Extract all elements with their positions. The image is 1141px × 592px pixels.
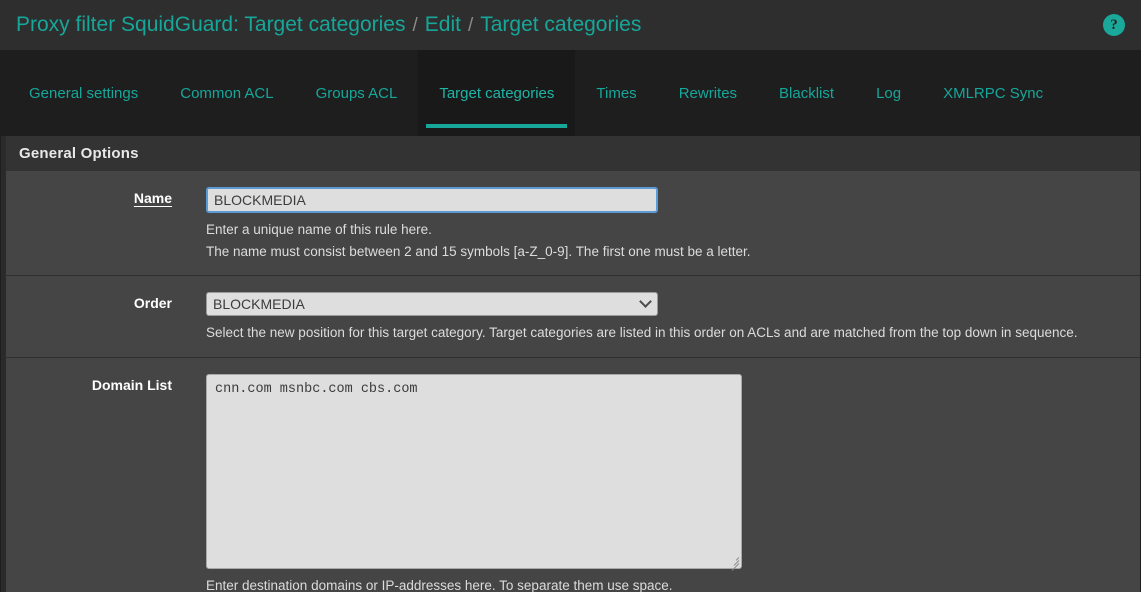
form-row-order: Order BLOCKMEDIA Select the new position… bbox=[1, 276, 1140, 358]
tab-general-settings[interactable]: General settings bbox=[8, 50, 159, 136]
tab-groups-acl[interactable]: Groups ACL bbox=[295, 50, 419, 136]
breadcrumb: Proxy filter SquidGuard: Target categori… bbox=[16, 0, 641, 51]
tab-xmlrpc-sync[interactable]: XMLRPC Sync bbox=[922, 50, 1064, 136]
general-options-panel: General Options Name Enter a unique name… bbox=[1, 136, 1140, 592]
tab-common-acl[interactable]: Common ACL bbox=[159, 50, 294, 136]
form-row-name: Name Enter a unique name of this rule he… bbox=[1, 171, 1140, 277]
form-row-domain-list: Domain List Enter destination domains or… bbox=[1, 357, 1140, 592]
domain-list-textarea[interactable] bbox=[206, 373, 742, 569]
tab-blacklist[interactable]: Blacklist bbox=[758, 50, 855, 136]
tab-rewrites[interactable]: Rewrites bbox=[658, 50, 758, 136]
domain-list-label-text: Domain List bbox=[91, 376, 172, 393]
tab-target-categories[interactable]: Target categories bbox=[418, 50, 576, 136]
name-label: Name bbox=[6, 187, 172, 261]
name-input[interactable] bbox=[206, 187, 658, 213]
page-header: Proxy filter SquidGuard: Target categori… bbox=[0, 0, 1141, 50]
panel-title: General Options bbox=[1, 136, 1140, 171]
tab-bar: General settings Common ACL Groups ACL T… bbox=[0, 50, 1141, 136]
breadcrumb-item-edit[interactable]: Edit bbox=[425, 0, 461, 50]
breadcrumb-separator: / bbox=[412, 14, 418, 36]
order-help-line-1: Select the new position for this target … bbox=[206, 325, 1078, 341]
name-help-line-2: The name must consist between 2 and 15 s… bbox=[206, 243, 751, 259]
order-label-text: Order bbox=[133, 295, 172, 312]
order-select-wrap: BLOCKMEDIA bbox=[206, 292, 658, 317]
domain-list-field-col: Enter destination domains or IP-addresse… bbox=[172, 373, 1140, 592]
breadcrumb-item-module[interactable]: Proxy filter SquidGuard: Target categori… bbox=[16, 0, 405, 50]
help-icon[interactable]: ? bbox=[1103, 14, 1125, 36]
name-field-col: Enter a unique name of this rule here. T… bbox=[172, 187, 1140, 261]
breadcrumb-separator: / bbox=[467, 14, 474, 36]
order-label: Order bbox=[6, 292, 172, 343]
domain-list-help-line-1: Enter destination domains or IP-addresse… bbox=[206, 577, 673, 592]
tab-times[interactable]: Times bbox=[575, 50, 657, 136]
breadcrumb-item-current: Target categories bbox=[480, 12, 642, 36]
domain-list-textarea-wrap bbox=[206, 373, 742, 571]
name-help-line-1: Enter a unique name of this rule here. bbox=[206, 222, 432, 237]
order-field-col: BLOCKMEDIA Select the new position for t… bbox=[172, 292, 1140, 343]
domain-list-label: Domain List bbox=[6, 374, 172, 592]
name-label-text: Name bbox=[133, 190, 172, 206]
order-select[interactable]: BLOCKMEDIA bbox=[206, 292, 658, 317]
tab-log[interactable]: Log bbox=[855, 50, 922, 136]
